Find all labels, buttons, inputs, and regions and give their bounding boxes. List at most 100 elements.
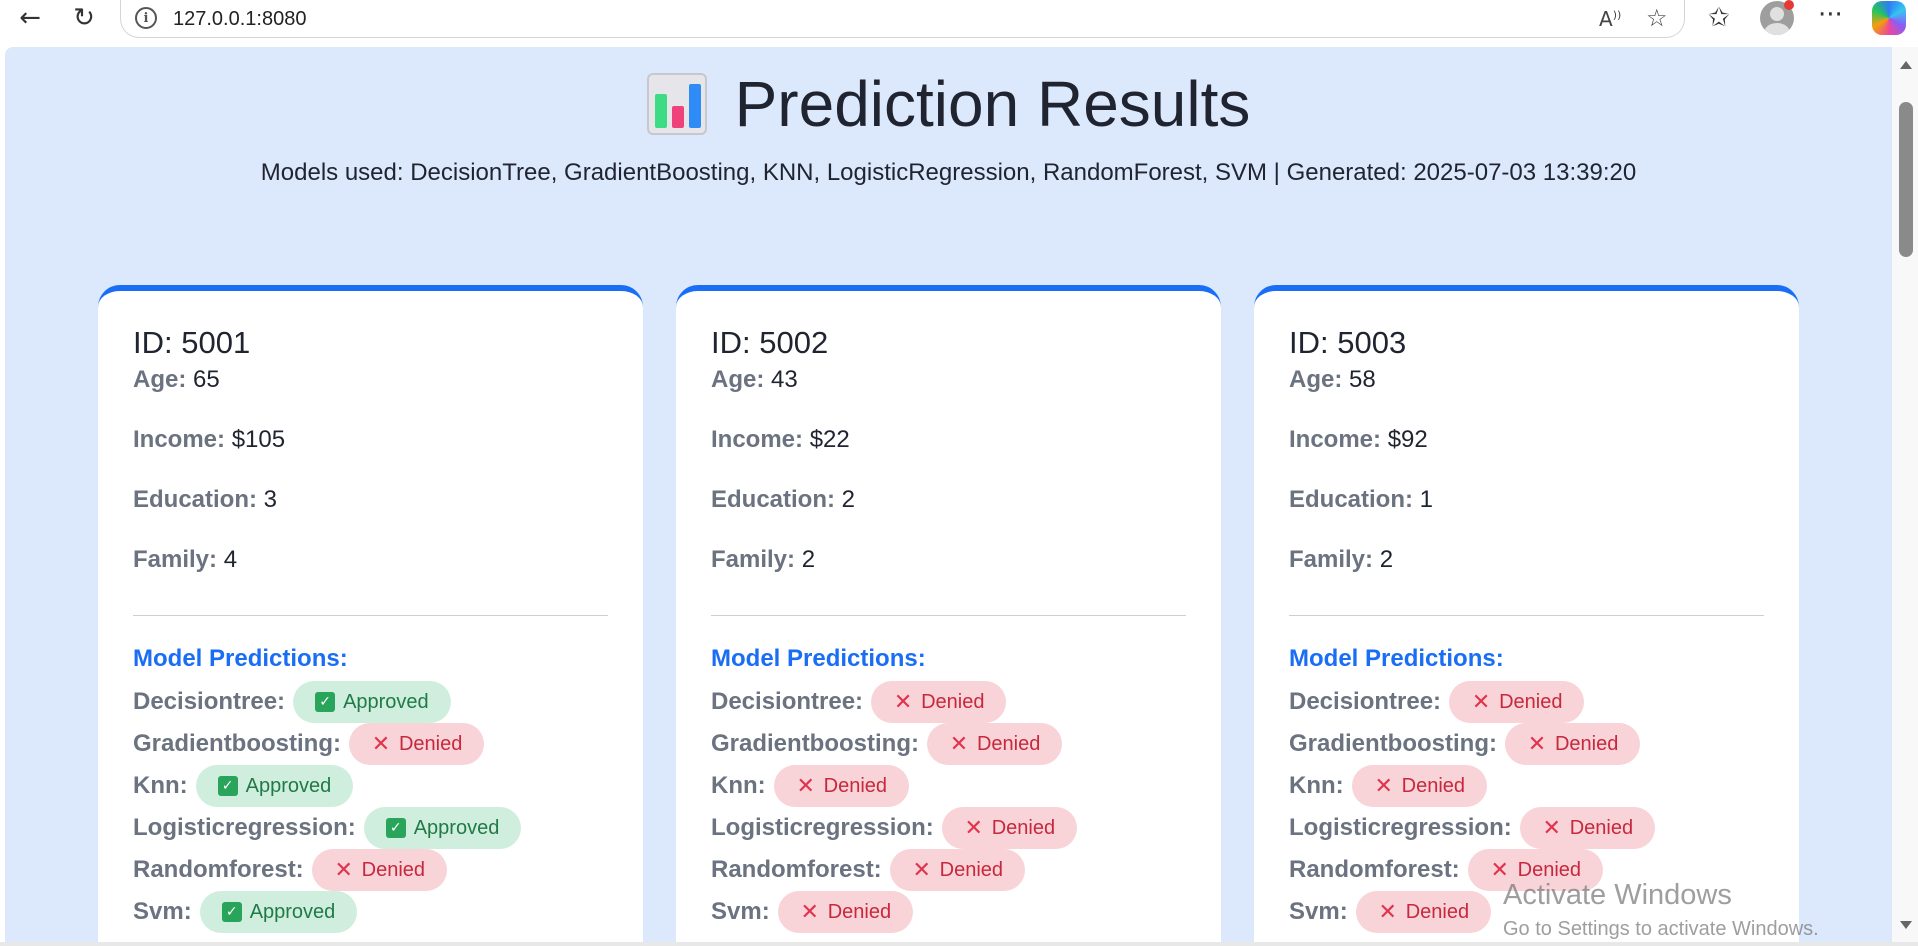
field-education-label: Education: <box>1289 486 1413 513</box>
prediction-result: Approved <box>245 774 332 797</box>
vertical-scrollbar[interactable] <box>1892 47 1918 942</box>
page-title-row: Prediction Results <box>5 67 1892 141</box>
field-education: Education: 2 <box>711 486 855 514</box>
field-age-label: Age: <box>711 366 765 393</box>
prediction-row: Gradientboosting: ✕ Denied <box>1289 723 1641 765</box>
prediction-result: Denied <box>827 900 892 923</box>
applicant-card: ID: 5003 Age: 58 Income: $92 Education: 1 Fa… <box>1254 285 1799 942</box>
model-name: Randomforest: <box>1289 856 1460 883</box>
cross-icon: ✕ <box>964 815 983 841</box>
copilot-icon[interactable] <box>1872 1 1906 35</box>
field-family-label: Family: <box>133 546 218 573</box>
prediction-result: Denied <box>361 858 426 881</box>
field-education: Education: 3 <box>133 486 277 514</box>
prediction-badge: ✕ Denied <box>311 849 448 891</box>
more-options-icon[interactable]: ··· <box>1818 0 1843 30</box>
model-name: Svm: <box>1289 898 1348 925</box>
model-predictions-heading: Model Predictions: <box>711 645 926 672</box>
prediction-row: Logisticregression: ✕ Denied <box>1289 807 1656 849</box>
prediction-row: Randomforest: ✕ Denied <box>1289 849 1604 891</box>
prediction-row: Gradientboosting: ✕ Denied <box>133 723 485 765</box>
field-age: Age: 58 <box>1289 366 1376 394</box>
field-education-value: 1 <box>1419 486 1434 513</box>
field-education-label: Education: <box>133 486 257 513</box>
field-income-label: Income: <box>1289 426 1382 453</box>
prediction-badge: ✕ Denied <box>1504 723 1641 765</box>
cross-icon: ✕ <box>1542 815 1561 841</box>
field-income: Income: $92 <box>1289 426 1428 454</box>
refresh-icon[interactable]: ↻ <box>64 2 104 34</box>
notification-dot-icon <box>1784 0 1794 10</box>
prediction-row: Decisiontree: ✓ Approved <box>133 681 451 723</box>
field-family-label: Family: <box>711 546 796 573</box>
field-education-value: 2 <box>841 486 856 513</box>
card-divider <box>711 615 1186 616</box>
prediction-result: Denied <box>1401 774 1466 797</box>
prediction-badge: ✕ Denied <box>1467 849 1604 891</box>
model-name: Gradientboosting: <box>133 730 341 757</box>
bar-chart-icon <box>646 73 707 135</box>
prediction-row: Logisticregression: ✓ Approved <box>133 807 522 849</box>
model-name: Logisticregression: <box>133 814 356 841</box>
model-name: Gradientboosting: <box>711 730 919 757</box>
check-icon: ✓ <box>385 818 406 838</box>
prediction-badge: ✕ Denied <box>941 807 1078 849</box>
field-age-label: Age: <box>1289 366 1343 393</box>
favorite-star-icon[interactable]: ☆ <box>1646 4 1668 32</box>
card-divider <box>1289 615 1764 616</box>
field-education-value: 3 <box>263 486 278 513</box>
field-income: Income: $105 <box>133 426 285 454</box>
prediction-result: Denied <box>823 774 888 797</box>
cross-icon: ✕ <box>800 899 819 925</box>
model-name: Svm: <box>133 898 192 925</box>
field-income-value: $92 <box>1387 426 1428 453</box>
model-name: Gradientboosting: <box>1289 730 1497 757</box>
prediction-badge: ✕ Denied <box>889 849 1026 891</box>
prediction-result: Denied <box>1569 816 1634 839</box>
cross-icon: ✕ <box>796 773 815 799</box>
field-family: Family: 2 <box>1289 546 1393 574</box>
model-name: Logisticregression: <box>711 814 934 841</box>
prediction-badge: ✓ Approved <box>199 891 358 933</box>
model-name: Decisiontree: <box>711 688 864 715</box>
field-age-value: 65 <box>193 366 220 393</box>
prediction-badge: ✓ Approved <box>293 681 451 723</box>
page-viewport: Prediction Results Models used: Decision… <box>5 47 1892 942</box>
field-family: Family: 4 <box>133 546 237 574</box>
prediction-result: Denied <box>1499 690 1563 713</box>
model-name: Decisiontree: <box>133 688 286 715</box>
favorites-icon[interactable]: ✩ <box>1708 3 1730 33</box>
prediction-result: Denied <box>1405 900 1470 923</box>
field-age: Age: 65 <box>133 366 220 394</box>
prediction-row: Decisiontree: ✕ Denied <box>1289 681 1585 723</box>
prediction-result: Denied <box>398 732 463 755</box>
model-name: Decisiontree: <box>1289 688 1442 715</box>
model-name: Randomforest: <box>711 856 882 883</box>
prediction-row: Svm: ✕ Denied <box>711 891 914 933</box>
field-education-label: Education: <box>711 486 835 513</box>
cross-icon: ✕ <box>893 689 913 715</box>
model-name: Svm: <box>711 898 770 925</box>
prediction-row: Svm: ✕ Denied <box>1289 891 1492 933</box>
read-aloud-icon[interactable]: A)) <box>1599 7 1621 31</box>
back-arrow-icon[interactable]: ← <box>10 2 50 34</box>
check-icon: ✓ <box>221 902 242 922</box>
model-name: Knn: <box>1289 772 1344 799</box>
scroll-up-icon[interactable] <box>1900 61 1912 69</box>
site-info-icon[interactable]: i <box>135 7 157 29</box>
prediction-row: Svm: ✓ Approved <box>133 891 358 933</box>
applicant-id: ID: 5001 <box>133 325 251 360</box>
scrollbar-thumb[interactable] <box>1899 102 1913 257</box>
prediction-result: Denied <box>1554 732 1619 755</box>
prediction-badge: ✕ Denied <box>1519 807 1656 849</box>
cross-icon: ✕ <box>1527 731 1547 757</box>
scroll-down-icon[interactable] <box>1900 921 1912 929</box>
url-text[interactable]: 127.0.0.1:8080 <box>173 8 306 31</box>
address-bar[interactable]: i 127.0.0.1:8080 A)) ☆ <box>120 0 1685 38</box>
prediction-row: Knn: ✕ Denied <box>711 765 910 807</box>
applicant-id: ID: 5003 <box>1289 325 1407 360</box>
field-family-value: 4 <box>223 546 238 573</box>
field-income-value: $105 <box>231 426 286 453</box>
prediction-badge: ✕ Denied <box>926 723 1063 765</box>
cross-icon: ✕ <box>334 857 353 883</box>
